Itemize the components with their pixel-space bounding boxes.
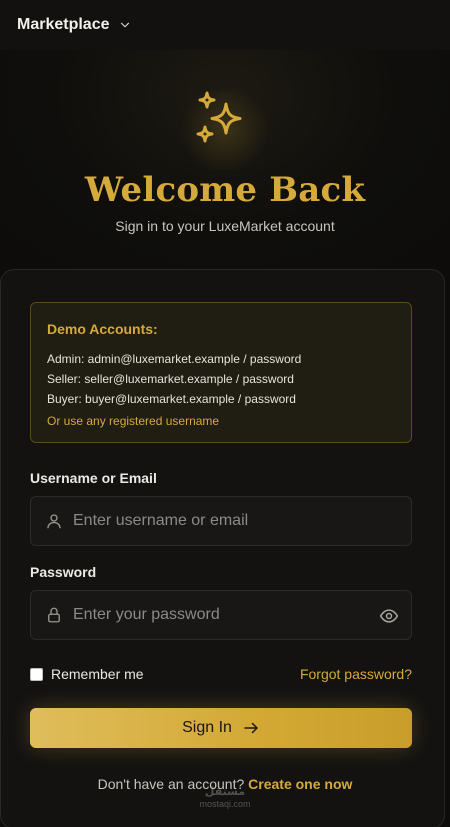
remember-me-checkbox[interactable] [30, 667, 43, 681]
username-field[interactable] [30, 496, 412, 546]
top-bar: Marketplace [0, 0, 450, 50]
demo-account-seller: Seller: seller@luxemarket.example / pass… [47, 372, 294, 386]
chevron-down-icon [120, 22, 129, 28]
page-subtitle: Sign in to your LuxeMarket account [115, 218, 335, 234]
remember-me-label: Remember me [51, 666, 144, 682]
demo-accounts-box: Demo Accounts: Admin: admin@luxemarket.e… [30, 302, 412, 443]
marketplace-menu-button[interactable]: Marketplace [17, 16, 132, 34]
password-label: Password [30, 564, 97, 580]
lock-icon [48, 607, 60, 623]
create-account-link[interactable]: Create one now [248, 776, 352, 792]
password-input[interactable] [73, 606, 373, 624]
watermark-domain: mostaqi.com [199, 799, 251, 809]
forgot-password-link[interactable]: Forgot password? [300, 666, 412, 682]
eye-icon[interactable] [379, 606, 399, 626]
arrow-right-icon [244, 722, 258, 734]
user-icon [47, 514, 61, 529]
demo-accounts-note: Or use any registered username [47, 414, 220, 428]
demo-accounts-title: Demo Accounts: [47, 321, 158, 337]
remember-me: Remember me [30, 666, 144, 682]
sign-in-label: Sign In [182, 719, 232, 736]
password-field[interactable] [30, 590, 412, 640]
hero-section: Welcome Back Sign in to your LuxeMarket … [0, 50, 450, 270]
username-label: Username or Email [30, 470, 157, 486]
page-title: Welcome Back [84, 170, 366, 210]
demo-account-admin: Admin: admin@luxemarket.example / passwo… [47, 352, 302, 366]
sparkles-icon [196, 91, 242, 143]
sign-in-button[interactable]: Sign In [30, 708, 412, 748]
username-input[interactable] [73, 512, 373, 530]
demo-account-buyer: Buyer: buyer@luxemarket.example / passwo… [47, 392, 296, 406]
watermark: مستقل mostaqi.com [190, 786, 260, 810]
watermark-arabic: مستقل [204, 786, 246, 798]
brand-label: Marketplace [17, 16, 110, 33]
